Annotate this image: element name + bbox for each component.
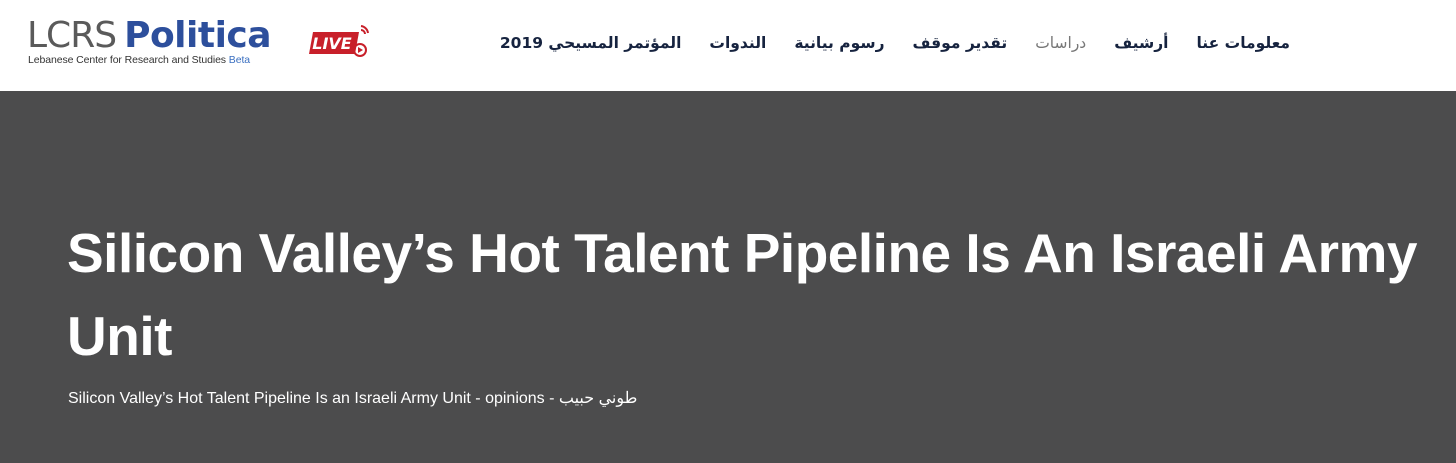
live-broadcast-icon: LIVE [309,25,369,57]
nav-item-about[interactable]: معلومات عنا [1196,34,1290,52]
live-button[interactable]: LIVE [305,20,371,62]
site-logo[interactable]: LCRS Politica Lebanese Center for Researc… [27,16,272,68]
logo-wordmark: LCRS Politica [27,15,272,56]
logo-beta-tag: Beta [228,54,250,66]
logo-lcrs-text: LCRS [27,15,117,56]
site-header: LCRS Politica Lebanese Center for Researc… [0,0,1456,91]
nav-item-assessment[interactable]: تقدير موقف [913,34,1008,52]
nav-item-seminars[interactable]: الندوات [709,34,766,52]
logo-subtitle-text: Lebanese Center for Research and Studies [28,54,226,66]
article-hero: Silicon Valley’s Hot Talent Pipeline Is … [0,91,1456,463]
nav-item-infographics[interactable]: رسوم بيانية [794,34,884,52]
nav-item-christian-conference[interactable]: المؤتمر المسيحي 2019 [500,34,682,52]
article-breadcrumb-subtitle: Silicon Valley’s Hot Talent Pipeline Is … [68,390,638,407]
main-navigation: معلومات عنا أرشيف دراسات تقدير موقف رسوم… [500,28,1290,58]
article-title: Silicon Valley’s Hot Talent Pipeline Is … [67,222,1418,367]
live-badge-label: LIVE [312,34,352,53]
logo-subtitle: Lebanese Center for Research and Studies… [28,54,250,66]
logo-politica-text: Politica [124,15,272,56]
nav-item-archive[interactable]: أرشيف [1114,34,1168,52]
nav-item-studies[interactable]: دراسات [1035,34,1086,52]
